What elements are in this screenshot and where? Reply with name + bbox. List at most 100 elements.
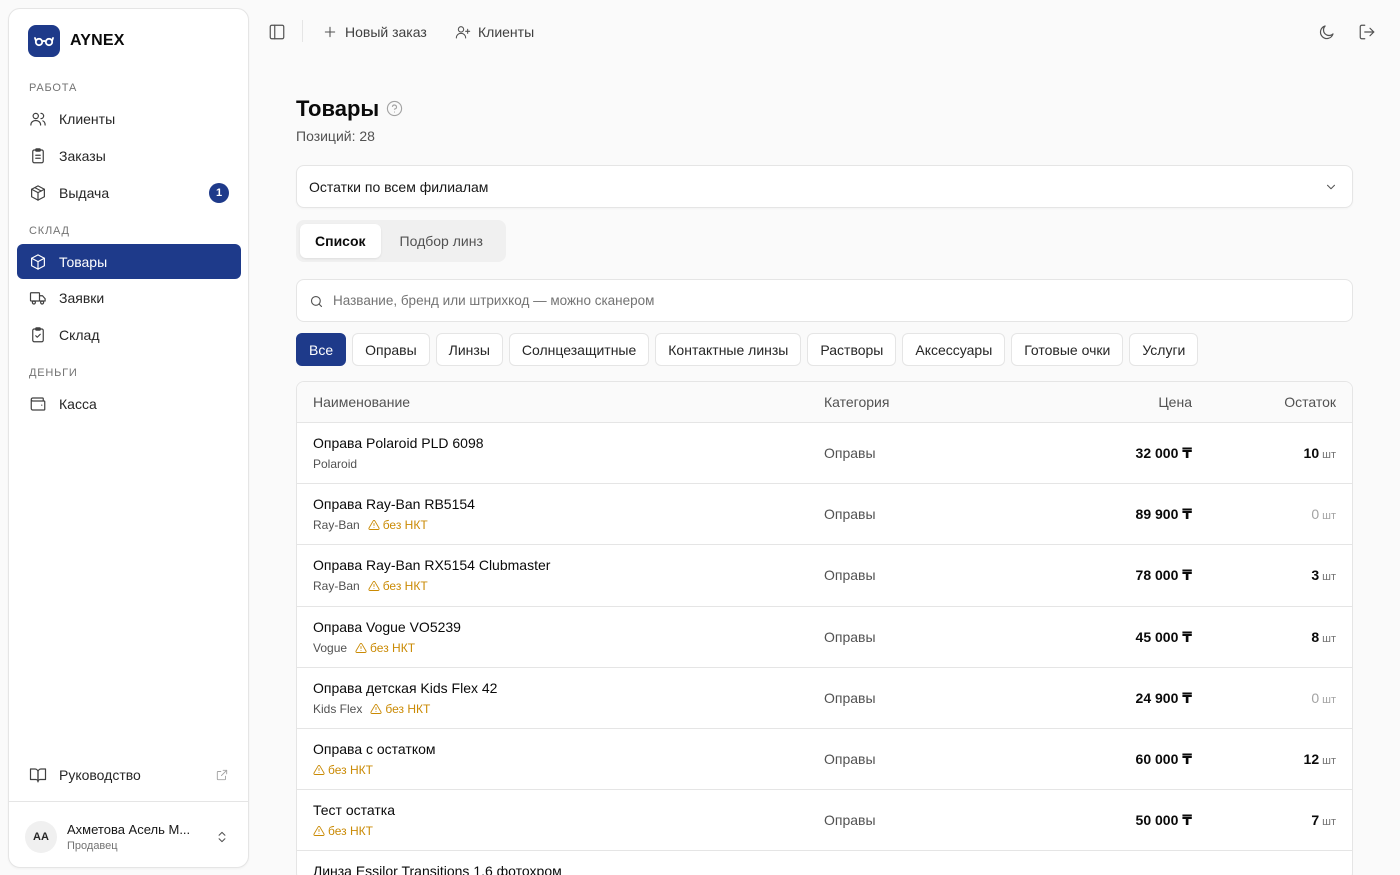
filter-solutions[interactable]: Растворы <box>807 333 897 366</box>
missing-nkt-warning: без НКТ <box>368 579 428 593</box>
alert-triangle-icon <box>370 703 382 714</box>
filter-sunglasses[interactable]: Солнцезащитные <box>508 333 650 366</box>
product-brand: Ray-Ban <box>313 518 360 533</box>
product-meta: без НКТ <box>313 763 373 777</box>
product-meta: Polaroid <box>313 457 357 471</box>
brand[interactable]: AYNEX <box>28 25 125 57</box>
stock-value: 10 <box>1303 445 1320 461</box>
stock-unit: шт <box>1322 632 1336 645</box>
header-name[interactable]: Наименование <box>313 394 410 410</box>
header-price[interactable]: Цена <box>1158 394 1192 410</box>
table-row[interactable]: Оправа с остатком без НКТ Оправы 60 000 … <box>297 729 1352 791</box>
section-label-work: РАБОТА <box>29 82 78 94</box>
branch-select[interactable]: Остатки по всем филиалам <box>296 165 1353 208</box>
product-name: Оправа Polaroid PLD 6098 <box>313 435 484 451</box>
product-category: Оправы <box>824 750 876 767</box>
search-input[interactable] <box>333 293 1352 308</box>
branch-select-value: Остатки по всем филиалам <box>309 178 489 195</box>
sidebar-item-warehouse[interactable]: Склад <box>17 317 241 352</box>
header-stock[interactable]: Остаток <box>1284 394 1336 410</box>
tab-list[interactable]: Список <box>300 224 381 258</box>
sidebar-toggle-button[interactable] <box>268 18 286 46</box>
filter-accessories[interactable]: Аксессуары <box>902 333 1006 366</box>
box-icon <box>31 253 45 270</box>
product-name: Тест остатка <box>313 802 396 819</box>
product-price: 45 000 ₸ <box>1135 628 1192 645</box>
table-row[interactable]: Оправа Ray-Ban RX5154 Clubmaster Ray-Ban… <box>297 545 1352 607</box>
product-price: 32 000 ₸ <box>1135 445 1192 461</box>
table-row[interactable]: Оправа Vogue VO5239 Vogue без НКТ Оправы… <box>297 607 1352 668</box>
chevron-down-icon <box>1326 184 1336 190</box>
table-row[interactable]: Оправа Polaroid PLD 6098 Polaroid Оправы… <box>297 423 1352 485</box>
table-row[interactable]: Оправа Ray-Ban RB5154 Ray-Ban без НКТ Оп… <box>297 484 1352 546</box>
category-filters: Все Оправы Линзы Солнцезащитные Контактн… <box>296 333 1199 366</box>
table-row[interactable]: Оправа детская Kids Flex 42 Kids Flex бе… <box>297 668 1352 729</box>
stock-unit: шт <box>1322 510 1336 523</box>
sidebar-item-label: Заявки <box>59 289 105 306</box>
sidebar-item-label: Касса <box>59 395 97 412</box>
filter-all[interactable]: Все <box>296 333 347 366</box>
filter-frames[interactable]: Оправы <box>352 333 430 366</box>
sidebar-item-cashbox[interactable]: Касса <box>17 386 241 421</box>
product-category: Оправы <box>824 689 876 706</box>
product-meta: Kids Flex без НКТ <box>313 702 430 716</box>
missing-nkt-warning: без НКТ <box>313 824 373 838</box>
panel-left-icon <box>269 24 285 40</box>
stock-unit: шт <box>1322 754 1336 767</box>
sidebar-item-requests[interactable]: Заявки <box>17 280 241 315</box>
product-stock: 8 шт <box>1311 629 1336 645</box>
sidebar-item-clients[interactable]: Клиенты <box>17 101 241 136</box>
tab-lens-selection[interactable]: Подбор линз <box>385 224 498 258</box>
filter-services[interactable]: Услуги <box>1129 333 1199 366</box>
filter-contact-lenses[interactable]: Контактные линзы <box>655 333 802 366</box>
filter-lenses[interactable]: Линзы <box>435 333 503 366</box>
table-row[interactable]: Линза Essilor Transitions 1.6 фотохром <box>297 851 1352 875</box>
warning-label: без НКТ <box>328 824 373 839</box>
clients-button[interactable]: Клиенты <box>455 18 534 46</box>
product-price: 50 000 ₸ <box>1135 812 1192 829</box>
new-order-button[interactable]: Новый заказ <box>322 18 427 46</box>
clients-label: Клиенты <box>478 24 535 40</box>
alert-triangle-icon <box>368 581 380 592</box>
section-label-money: ДЕНЬГИ <box>29 367 78 379</box>
chevrons-up-down-icon <box>218 831 226 843</box>
filter-ready-glasses[interactable]: Готовые очки <box>1011 333 1124 366</box>
sidebar-item-orders[interactable]: Заказы <box>17 138 241 173</box>
page-title: Товары <box>296 96 380 121</box>
book-open-icon <box>29 768 47 783</box>
stock-unit: шт <box>1322 449 1336 461</box>
alert-triangle-icon <box>368 520 380 531</box>
product-stock: 0 шт <box>1311 506 1336 522</box>
stock-value: 8 <box>1311 628 1320 645</box>
sidebar-item-label: Товары <box>59 253 108 270</box>
product-stock: 10 шт <box>1304 445 1336 461</box>
theme-toggle-button[interactable] <box>1318 18 1336 46</box>
product-category: Оправы <box>824 628 876 645</box>
missing-nkt-warning: без НКТ <box>355 641 415 655</box>
glasses-logo-icon <box>28 25 60 57</box>
product-name: Линза Essilor Transitions 1.6 фотохром <box>313 863 562 875</box>
user-menu[interactable]: АА Ахметова Асель М... Продавец <box>25 815 239 859</box>
product-brand: Kids Flex <box>313 701 363 716</box>
external-link-icon <box>216 769 228 781</box>
stock-value: 0 <box>1311 689 1320 706</box>
logout-button[interactable] <box>1358 18 1376 46</box>
missing-nkt-warning: без НКТ <box>370 702 430 716</box>
wallet-icon <box>30 396 46 411</box>
product-stock: 3 шт <box>1311 567 1336 583</box>
items-count: Позиций: 28 <box>296 128 375 144</box>
guide-link[interactable]: Руководство <box>17 758 241 792</box>
help-circle-icon[interactable] <box>386 100 403 117</box>
product-stock: 0 шт <box>1311 690 1336 706</box>
product-category: Оправы <box>824 567 876 584</box>
sidebar-item-products[interactable]: Товары <box>17 244 241 279</box>
header-category[interactable]: Категория <box>824 394 889 410</box>
stock-unit: шт <box>1322 571 1336 584</box>
table-row[interactable]: Тест остатка без НКТ Оправы 50 000 ₸ 7 шт <box>297 790 1352 852</box>
sidebar-item-label: Заказы <box>59 147 106 164</box>
missing-nkt-warning: без НКТ <box>368 518 428 532</box>
missing-nkt-warning: без НКТ <box>313 763 373 777</box>
product-brand: Polaroid <box>313 457 358 471</box>
view-tabs: Список Подбор линз <box>296 220 506 262</box>
sidebar-item-delivery[interactable]: Выдача 1 <box>17 175 241 210</box>
